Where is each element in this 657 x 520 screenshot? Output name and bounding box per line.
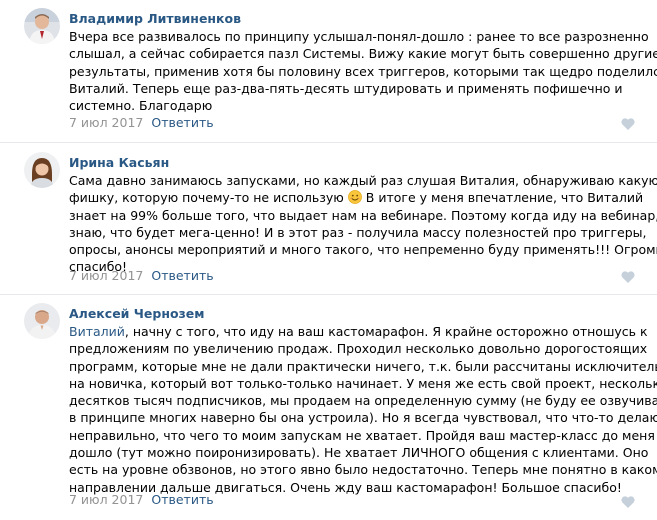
comment-text-line: фишку, которую почему-то не использую В … xyxy=(69,189,643,206)
comment-text-line: предложениям по увеличению продаж. Прохо… xyxy=(69,341,648,357)
comment-text: Сама давно занимаюсь запусками, но кажды… xyxy=(69,172,657,276)
comment-text-line: слышал, а сейчас собирается пазл Системы… xyxy=(69,46,657,62)
avatar[interactable] xyxy=(24,303,60,339)
comment-text-fragment: В итоге у меня впечатление, что Виталий xyxy=(361,190,644,206)
comment-text-line: Виталий. Теперь еще раз-два-пять-десять … xyxy=(69,80,623,96)
reply-button[interactable]: Ответить xyxy=(151,492,213,507)
avatar[interactable] xyxy=(24,8,60,44)
comment-text-line: опросы, анонсы мероприятий и много таког… xyxy=(69,242,657,258)
comment-text-line: есть на уровне обзвонов, но этого явно б… xyxy=(69,462,657,478)
comment-divider xyxy=(0,142,657,143)
comment-text-line: десятков тысяч подписчиков, мы продаем н… xyxy=(69,393,657,409)
comment-text-line: Вчера все развивалось по принципу услыша… xyxy=(69,29,649,44)
heart-icon[interactable] xyxy=(621,118,635,130)
comment-date-link[interactable]: 7 июл 2017 xyxy=(69,492,143,507)
comment-meta: 7 июл 2017 Ответить xyxy=(69,268,214,284)
comment-text-line: результаты, применив хотя бы половину вс… xyxy=(69,63,657,79)
comment-text-line: на новичка, который вот только-только на… xyxy=(69,375,657,391)
smile-emoji-icon xyxy=(347,190,362,205)
comment-author-link[interactable]: Ирина Касьян xyxy=(69,155,169,171)
comment-text-fragment: , начну с того, что иду на ваш кастомара… xyxy=(124,324,648,339)
comment-meta: 7 июл 2017 Ответить xyxy=(69,492,214,508)
comment-meta: 7 июл 2017 Ответить xyxy=(69,115,214,131)
comment-text-line: знаю, что будет мега-ценно! И в этот раз… xyxy=(69,224,647,240)
comment-text: Виталий, начну с того, что иду на ваш ка… xyxy=(69,323,657,496)
avatar[interactable] xyxy=(24,152,60,188)
comment-text-line: Сама давно занимаюсь запусками, но кажды… xyxy=(69,173,657,188)
comment-date-link[interactable]: 7 июл 2017 xyxy=(69,115,143,130)
heart-icon[interactable] xyxy=(621,271,635,283)
comment-divider xyxy=(0,294,657,295)
comment-author-link[interactable]: Алексей Чернозем xyxy=(69,306,205,322)
mention-link[interactable]: Виталий xyxy=(69,324,125,339)
comment-author-link[interactable]: Владимир Литвиненков xyxy=(69,11,241,27)
comment-date-link[interactable]: 7 июл 2017 xyxy=(69,268,143,283)
heart-icon[interactable] xyxy=(621,496,635,508)
reply-button[interactable]: Ответить xyxy=(151,268,213,283)
comment-text: Вчера все развивалось по принципу услыша… xyxy=(69,28,657,114)
comment-text-line: в принципе многих наверно бы она устроил… xyxy=(69,410,657,426)
comment-text-line: системно. Благодарю xyxy=(69,98,213,114)
comment-text-line: программ, которые мне не дали практическ… xyxy=(69,358,657,374)
reply-button[interactable]: Ответить xyxy=(151,115,213,130)
comment-text-fragment: фишку, которую почему-то не использую xyxy=(69,190,344,206)
comment-text-line: Виталий, начну с того, что иду на ваш ка… xyxy=(69,323,648,340)
comment-text-line: дошло (тут можно поиронизировать). Не хв… xyxy=(69,445,649,461)
comment-text-line: неправильно, что чего то моим запускам н… xyxy=(69,427,655,443)
comment-text-line: знает на 99% больше того, что выдает нам… xyxy=(69,207,657,223)
